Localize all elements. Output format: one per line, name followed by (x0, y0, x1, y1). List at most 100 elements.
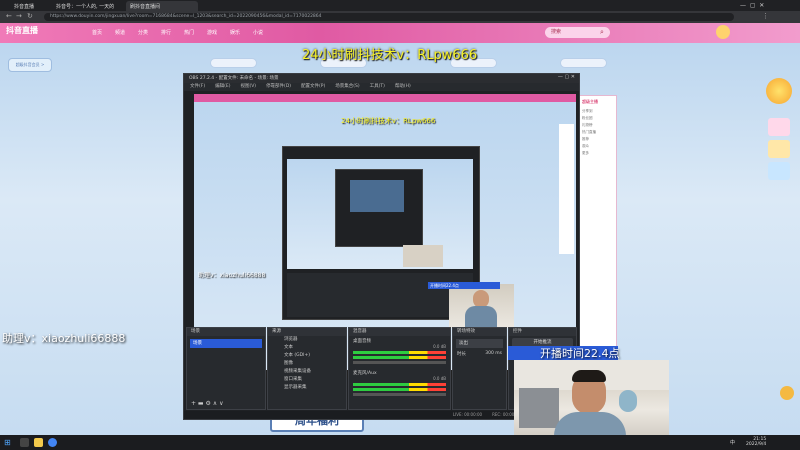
controls-dock-title: 控件 (509, 328, 576, 336)
side-label[interactable]: 分享到 (579, 108, 616, 115)
forward-icon[interactable]: → (16, 12, 22, 20)
windows-taskbar (0, 435, 800, 450)
webcam-toy (619, 390, 637, 412)
menu-profile[interactable]: 配置文件(P) (301, 83, 325, 91)
obs-menu-bar: 文件(F) 编辑(E) 视图(V) 停靠部件(D) 配置文件(P) 场景集合(S… (184, 83, 579, 91)
sources-dock-title: 来源 (268, 328, 346, 336)
avatar[interactable] (716, 25, 730, 39)
transition-duration-label: 时长 (457, 352, 466, 357)
overlay-left-text: 助理v：xiaozhuli66888 (2, 332, 126, 345)
mixer-channel-db: 0.0 dB (433, 344, 446, 349)
nav-item-category[interactable]: 分类 (138, 29, 148, 36)
webcam-bg-object (519, 388, 559, 428)
taskbar-date: 2022/9/4 (746, 442, 767, 447)
mixer-dock-title: 混音器 (349, 328, 450, 336)
taskbar-clock: 21:15 2022/9/4 (746, 437, 766, 447)
menu-edit[interactable]: 编辑(E) (215, 83, 230, 91)
mixer-meter (353, 351, 446, 354)
nav-item-home[interactable]: 首页 (92, 29, 102, 36)
side-label[interactable]: 热门直播 (579, 129, 616, 136)
nested-obs-preview-2 (350, 180, 404, 212)
scene-item[interactable]: 场景 (190, 339, 262, 348)
gift-icon[interactable] (766, 78, 792, 104)
source-item[interactable]: 浏览器 (268, 336, 346, 344)
source-item[interactable]: 图像 (268, 360, 346, 368)
transition-select[interactable]: 淡出 (456, 339, 503, 348)
mixer-dock: 混音器 桌面音频 0.0 dB 麦克风/Aux 0.0 dB (348, 327, 451, 410)
nav-item-game[interactable]: 游戏 (207, 29, 217, 36)
sources-dock: 来源 浏览器 文本 文本 (GDI+) 图像 视频采集设备 窗口采集 显示器采集 (267, 327, 347, 410)
window-controls[interactable]: — ▢ ✕ (740, 2, 764, 9)
file-explorer-icon[interactable] (34, 438, 43, 447)
side-label[interactable]: 粉丝团 (579, 115, 616, 122)
volume-slider[interactable] (353, 361, 446, 364)
source-item[interactable]: 窗口采集 (268, 376, 346, 384)
menu-file[interactable]: 文件(F) (190, 83, 205, 91)
nav-item-ent[interactable]: 娱乐 (230, 29, 240, 36)
mixer-meter (353, 383, 446, 386)
preview-webcam (449, 284, 514, 328)
browser-tab-2[interactable]: 抖音号：一个人的, 一天的 (52, 1, 124, 11)
search-icon[interactable]: ⌕ (600, 28, 604, 37)
ime-indicator[interactable]: 中 (730, 439, 735, 446)
browser-tab-3[interactable]: 刷抖音直播间 (126, 1, 198, 11)
obs-window-controls[interactable]: — ▢ ✕ (558, 74, 575, 80)
scenes-dock-title: 场景 (187, 328, 265, 336)
scenes-dock: 场景 场景 + ▬ ⚙ ∧ ∨ (186, 327, 266, 410)
preview-overlay-top: 24小时刷抖技术v：RLpw666 (341, 117, 436, 125)
side-label[interactable]: 推荐 (579, 136, 616, 143)
menu-scene-collection[interactable]: 场景集合(S) (335, 83, 359, 91)
browser-tab-1[interactable]: 抖音直播 (10, 1, 50, 11)
preview-site-header (194, 94, 576, 102)
gift-icon[interactable] (768, 118, 790, 136)
transition-duration-input[interactable]: 300 ms (485, 351, 502, 357)
time-overlay-text: 开播时间22.4点 (540, 347, 620, 360)
preview-overlay-left: 助理v：xiaozhuli66888 (198, 272, 266, 279)
back-icon[interactable]: ← (6, 12, 12, 20)
preview-webcam-shirt (465, 306, 497, 328)
webcam-hair (572, 370, 606, 382)
transitions-dock: 转场特效 淡出 时长 300 ms (452, 327, 507, 410)
mixer-meter (353, 388, 446, 391)
source-item[interactable]: 文本 (268, 344, 346, 352)
menu-icon[interactable]: ⋮ (762, 12, 769, 20)
live-status: LIVE: 00:00:00 (452, 412, 483, 417)
coin-icon[interactable] (780, 386, 794, 400)
address-bar[interactable]: https://www.douyin.com/jingxuan/live?roo… (44, 13, 734, 21)
source-item[interactable]: 视频采集设备 (268, 368, 346, 376)
promo-button[interactable]: 超级抖音会员 > (8, 58, 52, 72)
side-label[interactable]: 观众 (579, 143, 616, 150)
mixer-channel-name: 桌面音频 (353, 339, 371, 344)
nav-item-novel[interactable]: 小说 (253, 29, 263, 36)
volume-slider[interactable] (353, 393, 446, 396)
category-pill-1[interactable] (210, 58, 257, 68)
obs-title-bar: OBS 27.2.4 - 配置文件: 未命名 - 场景: 场景 (184, 74, 579, 83)
menu-help[interactable]: 帮助(H) (395, 83, 411, 91)
menu-docks[interactable]: 停靠部件(D) (266, 83, 291, 91)
mixer-channel-db: 0.0 dB (433, 376, 446, 381)
menu-tools[interactable]: 工具(T) (370, 83, 385, 91)
nested-webcam (403, 245, 443, 267)
nested-obs-preview (287, 159, 473, 269)
nav-item-hot[interactable]: 热门 (184, 29, 194, 36)
mixer-channel-name: 麦克风/Aux (353, 371, 377, 376)
gift-icon[interactable] (768, 162, 790, 180)
source-item[interactable]: 文本 (GDI+) (268, 352, 346, 360)
chrome-icon[interactable] (48, 438, 57, 447)
search-taskbar-icon[interactable] (20, 438, 29, 447)
category-pill-4[interactable] (560, 58, 607, 68)
site-logo[interactable]: 抖音直播 (6, 25, 38, 36)
nav-item-channel[interactable]: 频道 (115, 29, 125, 36)
menu-view[interactable]: 视图(V) (240, 83, 256, 91)
transitions-dock-title: 转场特效 (453, 328, 506, 336)
side-label[interactable]: 更多 (579, 150, 616, 157)
start-icon[interactable]: ⊞ (4, 438, 11, 447)
scenes-dock-toolbar[interactable]: + ▬ ⚙ ∧ ∨ (191, 400, 224, 407)
gift-icon[interactable] (768, 140, 790, 158)
nested-obs-window-2 (335, 169, 423, 247)
side-label[interactable]: 礼物榜 (579, 122, 616, 129)
source-item[interactable]: 显示器采集 (268, 384, 346, 392)
nav-item-rank[interactable]: 排行 (161, 29, 171, 36)
reload-icon[interactable]: ↻ (27, 12, 33, 20)
nested-obs-docks (287, 273, 473, 317)
